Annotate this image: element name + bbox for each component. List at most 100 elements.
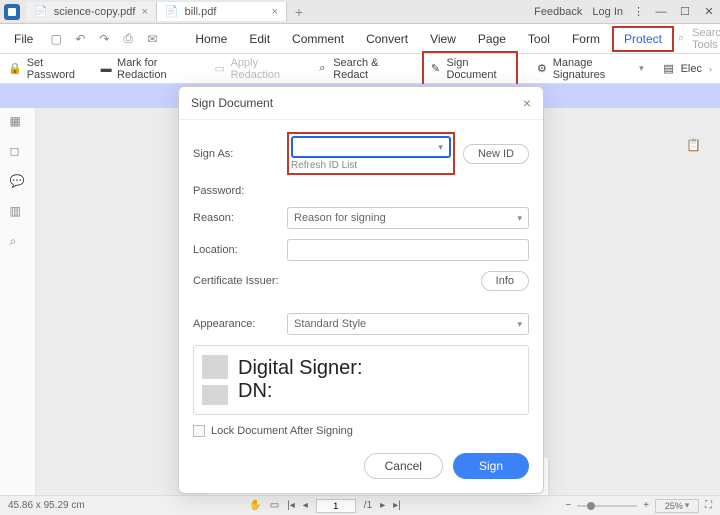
sign-button[interactable]: Sign xyxy=(453,453,529,479)
sign-document-button[interactable]: ✎ Sign Document xyxy=(422,51,518,87)
gear-icon: ⚙ xyxy=(536,62,548,76)
tab-label: bill.pdf xyxy=(185,6,217,18)
zoom-slider[interactable] xyxy=(577,505,637,507)
maximize-icon[interactable]: ☐ xyxy=(678,5,692,19)
minimize-icon[interactable]: — xyxy=(654,5,668,19)
thumbnails-icon[interactable]: ▦ xyxy=(10,114,26,130)
status-bar: 45.86 x 95.29 cm ✋ ▭ |◂ ◂ /1 ▸ ▸| − + 25… xyxy=(0,495,720,515)
lock-label: Lock Document After Signing xyxy=(211,425,353,437)
tab-convert[interactable]: Convert xyxy=(356,26,418,52)
location-label: Location: xyxy=(193,244,279,256)
next-page-icon[interactable]: ▸ xyxy=(380,500,385,511)
pdf-icon: 📄 xyxy=(165,5,179,18)
zoom-select[interactable]: 25%▾ xyxy=(655,499,699,513)
elec-button[interactable]: ▤ Elec› xyxy=(662,62,712,76)
appearance-label: Appearance: xyxy=(193,318,279,330)
tb-label: Set Password xyxy=(27,57,82,81)
comment-icon[interactable]: 💬 xyxy=(10,174,26,190)
close-icon[interactable]: × xyxy=(271,6,277,18)
search-tools-icon[interactable]: ⌕ xyxy=(678,32,684,45)
tab-protect[interactable]: Protect xyxy=(612,26,674,52)
hand-tool-icon[interactable]: ✋ xyxy=(249,500,261,511)
word-export-icon[interactable]: 📋 xyxy=(686,138,702,154)
more-icon[interactable]: ⋮ xyxy=(633,5,644,18)
dialog-close-button[interactable]: × xyxy=(523,95,531,111)
attachment-icon[interactable]: ▥ xyxy=(10,204,26,220)
bookmark-icon[interactable]: ◻ xyxy=(10,144,26,160)
app-logo xyxy=(4,4,20,20)
set-password-button[interactable]: 🔒 Set Password xyxy=(8,57,82,81)
sign-as-combo[interactable]: ▾ xyxy=(291,136,451,158)
signature-preview: Digital Signer: DN: xyxy=(193,345,529,415)
prev-page-icon[interactable]: ◂ xyxy=(303,500,308,511)
zoom-out-icon[interactable]: − xyxy=(565,500,571,511)
apply-redaction-button: ▭ Apply Redaction xyxy=(214,57,299,81)
appearance-combo[interactable]: Standard Style▾ xyxy=(287,313,529,335)
location-input[interactable] xyxy=(287,239,529,261)
select-tool-icon[interactable]: ▭ xyxy=(270,500,279,511)
cursor-coords: 45.86 x 95.29 cm xyxy=(8,500,85,511)
tb-label: Manage Signatures xyxy=(553,57,632,81)
tab-form[interactable]: Form xyxy=(562,26,610,52)
preview-block xyxy=(202,355,228,379)
print-icon[interactable]: ⎙ xyxy=(119,30,137,48)
first-page-icon[interactable]: |◂ xyxy=(287,500,295,511)
sign-as-label: Sign As: xyxy=(193,148,279,160)
reason-label: Reason: xyxy=(193,212,279,224)
preview-line2: DN: xyxy=(238,380,363,403)
manage-signatures-button[interactable]: ⚙ Manage Signatures▾ xyxy=(536,57,644,81)
info-button[interactable]: Info xyxy=(481,271,529,291)
tb-label: Search & Redact xyxy=(333,57,403,81)
close-icon[interactable]: × xyxy=(141,6,147,18)
apply-icon: ▭ xyxy=(214,62,226,76)
refresh-id-link[interactable]: Refresh ID List xyxy=(291,160,451,171)
left-sidebar: ▦ ◻ 💬 ▥ ⌕ xyxy=(0,108,36,495)
tab-edit[interactable]: Edit xyxy=(239,26,280,52)
tab-tool[interactable]: Tool xyxy=(518,26,560,52)
doc-icon: ▤ xyxy=(662,62,676,76)
fit-icon[interactable]: ⛶ xyxy=(705,500,712,511)
feedback-link[interactable]: Feedback xyxy=(534,6,582,18)
document-tabs: 📄 science-copy.pdf × 📄 bill.pdf × + xyxy=(26,2,534,21)
password-label: Password: xyxy=(193,185,279,197)
issuer-label: Certificate Issuer: xyxy=(193,275,279,287)
login-link[interactable]: Log In xyxy=(592,6,623,18)
tab-home[interactable]: Home xyxy=(185,26,237,52)
page-total: /1 xyxy=(364,500,372,511)
add-tab-button[interactable]: + xyxy=(287,4,311,20)
last-page-icon[interactable]: ▸| xyxy=(393,500,401,511)
undo-icon[interactable]: ↶ xyxy=(71,30,89,48)
menu-bar: File ▢ ↶ ↷ ⎙ ✉ Home Edit Comment Convert… xyxy=(0,24,720,54)
save-icon[interactable]: ▢ xyxy=(47,30,65,48)
tab-view[interactable]: View xyxy=(420,26,466,52)
mark-redaction-button[interactable]: ▬ Mark for Redaction xyxy=(100,57,196,81)
new-id-button[interactable]: New ID xyxy=(463,144,529,164)
pdf-icon: 📄 xyxy=(34,5,48,18)
document-tab-active[interactable]: 📄 bill.pdf × xyxy=(157,2,287,21)
tb-label: Sign Document xyxy=(446,57,510,81)
file-menu[interactable]: File xyxy=(8,32,39,46)
protect-toolbar: 🔒 Set Password ▬ Mark for Redaction ▭ Ap… xyxy=(0,54,720,84)
lock-icon: 🔒 xyxy=(8,62,22,76)
tb-label: Mark for Redaction xyxy=(117,57,196,81)
search-panel-icon[interactable]: ⌕ xyxy=(10,234,26,250)
close-window-icon[interactable]: ✕ xyxy=(702,5,716,19)
tab-page[interactable]: Page xyxy=(468,26,516,52)
search-redact-button[interactable]: ⌕ Search & Redact xyxy=(316,57,403,81)
marker-icon: ▬ xyxy=(100,62,112,76)
search-icon: ⌕ xyxy=(316,62,328,76)
tb-label: Elec xyxy=(681,63,702,75)
zoom-in-icon[interactable]: + xyxy=(643,500,649,511)
redo-icon[interactable]: ↷ xyxy=(95,30,113,48)
title-bar: 📄 science-copy.pdf × 📄 bill.pdf × + Feed… xyxy=(0,0,720,24)
cancel-button[interactable]: Cancel xyxy=(364,453,443,479)
page-number-input[interactable] xyxy=(316,499,356,513)
reason-combo[interactable]: Reason for signing▾ xyxy=(287,207,529,229)
mail-icon[interactable]: ✉ xyxy=(143,30,161,48)
search-tools-label[interactable]: Search Tools xyxy=(692,27,720,51)
dialog-title: Sign Document xyxy=(191,96,273,110)
lock-checkbox[interactable] xyxy=(193,425,205,437)
sign-document-dialog: Sign Document × Sign As: ▾ Refresh ID Li… xyxy=(178,86,544,494)
tab-comment[interactable]: Comment xyxy=(282,26,354,52)
document-tab[interactable]: 📄 science-copy.pdf × xyxy=(26,2,157,21)
